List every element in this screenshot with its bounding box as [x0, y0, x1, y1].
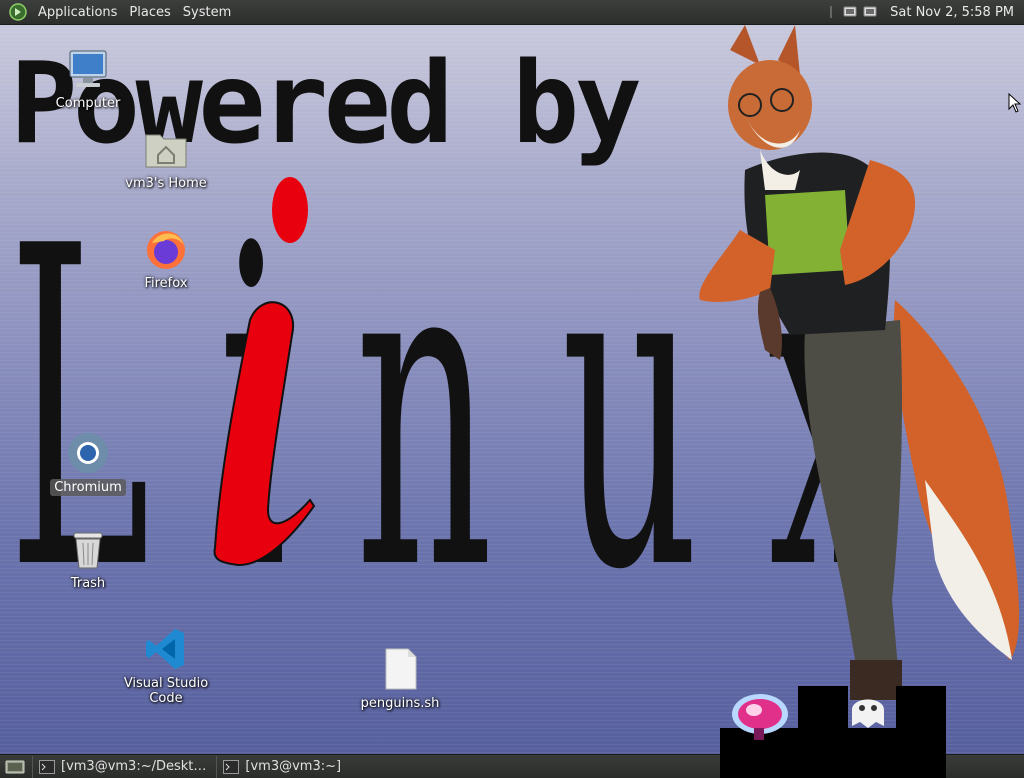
- terminal-icon: [223, 759, 240, 774]
- chromium-icon: [68, 433, 108, 473]
- network-icon[interactable]: [843, 4, 859, 20]
- desktop-icon-computer-label: Computer: [55, 96, 121, 111]
- panel-clock[interactable]: Sat Nov 2, 5:58 PM: [884, 5, 1024, 20]
- system-tray: [824, 4, 878, 20]
- desktop-icon-chromium-label: Chromium: [50, 479, 126, 496]
- terminal-icon: [39, 759, 55, 774]
- desktop-icon-home-label: vm3's Home: [125, 176, 207, 191]
- trash-icon: [73, 532, 103, 569]
- desktop-icon-vscode[interactable]: Visual Studio Code: [106, 625, 226, 707]
- desktop-icon-trash[interactable]: Trash: [28, 525, 148, 592]
- desktop-icon-chromium[interactable]: Chromium: [28, 429, 148, 496]
- computer-icon: [69, 50, 107, 87]
- top-panel: Applications Places System Sat Nov 2, 5:…: [0, 0, 1024, 25]
- taskbar-item-label: [vm3@vm3:~/Deskt…: [61, 759, 207, 774]
- show-desktop-icon[interactable]: [4, 758, 26, 776]
- home-folder-icon: [145, 134, 187, 168]
- desktop-icon-home[interactable]: vm3's Home: [106, 125, 226, 192]
- taskbar-item-label: [vm3@vm3:~]: [245, 759, 342, 774]
- desktop[interactable]: Powered by L i n u x Computer vm3's Home…: [0, 25, 1024, 754]
- applications-menu[interactable]: Applications: [32, 0, 123, 25]
- desktop-icon-computer[interactable]: Computer: [28, 45, 148, 112]
- volume-icon[interactable]: [862, 4, 878, 20]
- black-overlay-block: [896, 686, 946, 746]
- desktop-icon-penguins-sh-label: penguins.sh: [360, 696, 440, 711]
- desktop-icon-firefox[interactable]: Firefox: [106, 225, 226, 292]
- firefox-icon: [147, 231, 185, 269]
- taskbar-item-terminal-home[interactable]: [vm3@vm3:~]: [216, 755, 347, 778]
- taskbar-item-terminal-desktop[interactable]: [vm3@vm3:~/Deskt…: [32, 755, 212, 778]
- vscode-icon: [146, 629, 184, 669]
- text-file-icon: [385, 648, 417, 690]
- system-menu[interactable]: System: [177, 0, 237, 25]
- brain-sticker-icon: [732, 694, 788, 740]
- places-menu[interactable]: Places: [123, 0, 176, 25]
- ghost-sticker-icon: [852, 699, 884, 728]
- desktop-icon-firefox-label: Firefox: [144, 276, 188, 291]
- desktop-icon-trash-label: Trash: [70, 576, 106, 591]
- desktop-icon-vscode-label: Visual Studio Code: [123, 676, 209, 706]
- panel-separator-icon: [830, 6, 833, 18]
- mate-menu-icon[interactable]: [8, 2, 28, 22]
- mouse-pointer-icon: [1008, 93, 1022, 113]
- desktop-icon-penguins-sh[interactable]: penguins.sh: [340, 645, 460, 712]
- black-overlay-block: [798, 686, 848, 746]
